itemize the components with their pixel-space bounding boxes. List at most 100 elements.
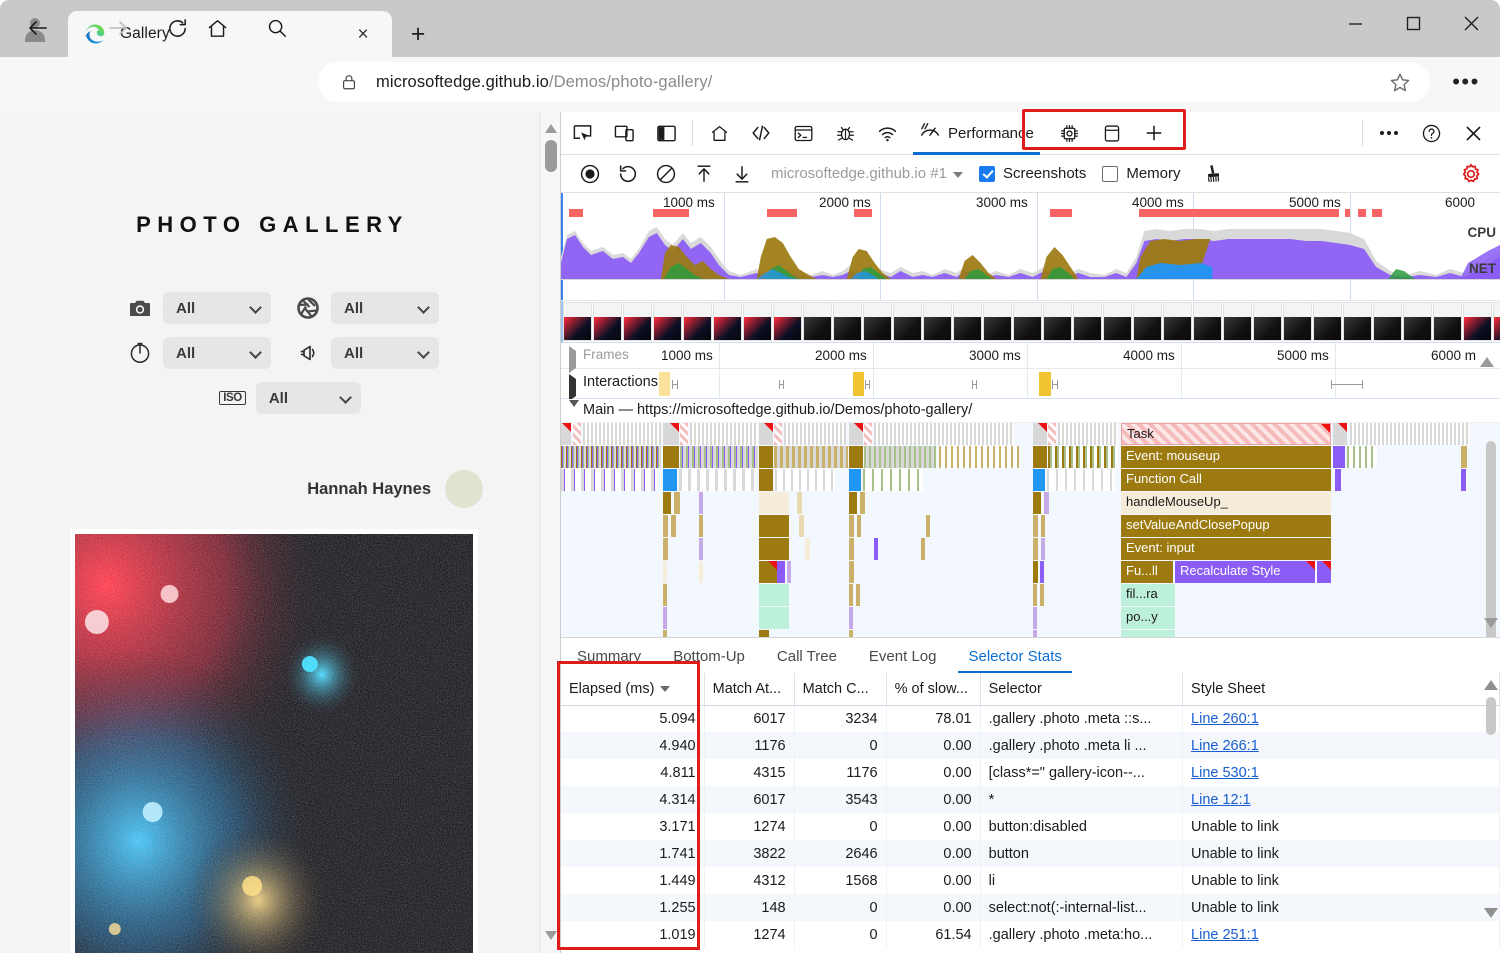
photo-card[interactable] bbox=[70, 529, 478, 953]
table-row[interactable]: 1.741 3822 2646 0.00 button Unable to li… bbox=[561, 840, 1500, 867]
interaction-bar[interactable] bbox=[659, 372, 670, 396]
home-button[interactable] bbox=[199, 10, 235, 46]
scrollbar-thumb[interactable] bbox=[1486, 697, 1496, 735]
inspect-element-icon[interactable] bbox=[561, 112, 603, 154]
timeline-overview[interactable]: 1000 ms 2000 ms 3000 ms 4000 ms 5000 ms … bbox=[561, 193, 1500, 301]
cell-stylesheet[interactable]: Line 251:1 bbox=[1183, 921, 1500, 948]
memory-checkbox-row[interactable]: Memory bbox=[1102, 165, 1180, 182]
table-row[interactable]: 4.940 1176 0 0.00 .gallery .photo .meta … bbox=[561, 732, 1500, 759]
table-row[interactable]: 1.255 148 0 0.00 select:not(:-internal-l… bbox=[561, 894, 1500, 921]
table-scrollbar[interactable] bbox=[1484, 675, 1498, 951]
filmstrip-frame[interactable] bbox=[743, 302, 772, 341]
device-emulation-icon[interactable] bbox=[603, 112, 645, 154]
filmstrip-frame[interactable] bbox=[773, 302, 802, 341]
tab-performance[interactable]: Performance bbox=[910, 112, 1043, 155]
application-icon[interactable] bbox=[1091, 112, 1133, 154]
column-header-selector[interactable]: Selector bbox=[980, 673, 1182, 705]
dock-side-icon[interactable] bbox=[645, 112, 687, 154]
filmstrip-frame[interactable] bbox=[1223, 302, 1252, 341]
filmstrip-frame[interactable] bbox=[1433, 302, 1462, 341]
tab-event-log[interactable]: Event Log bbox=[853, 639, 953, 673]
filmstrip-frame[interactable] bbox=[863, 302, 892, 341]
memory-checkbox[interactable] bbox=[1102, 166, 1118, 182]
download-profile-icon[interactable] bbox=[723, 156, 761, 192]
filmstrip-frame[interactable] bbox=[1313, 302, 1342, 341]
column-header-pct-slow[interactable]: % of slow... bbox=[886, 673, 980, 705]
column-header-elapsed[interactable]: Elapsed (ms) bbox=[561, 673, 704, 705]
table-row[interactable]: 3.171 1274 0 0.00 button:disabled Unable… bbox=[561, 813, 1500, 840]
cell-stylesheet[interactable]: Line 266:1 bbox=[1183, 732, 1500, 759]
new-tab-button[interactable]: + bbox=[402, 20, 434, 48]
filmstrip-frame[interactable] bbox=[1193, 302, 1222, 341]
filmstrip-frame[interactable] bbox=[803, 302, 832, 341]
capture-settings-icon[interactable] bbox=[1452, 156, 1490, 192]
interaction-handle[interactable] bbox=[779, 380, 784, 389]
filmstrip-frame[interactable] bbox=[833, 302, 862, 341]
tab-summary[interactable]: Summary bbox=[561, 639, 657, 673]
flash-filter-select[interactable]: All bbox=[331, 337, 439, 369]
close-window-button[interactable] bbox=[1442, 0, 1500, 46]
interaction-handle[interactable] bbox=[972, 380, 977, 389]
scroll-up-icon[interactable] bbox=[545, 120, 557, 138]
filmstrip-frame[interactable] bbox=[1133, 302, 1162, 341]
filmstrip-frame[interactable] bbox=[1253, 302, 1282, 341]
back-button[interactable] bbox=[20, 10, 56, 46]
recording-target-label[interactable]: microsoftedge.github.io #1 bbox=[771, 165, 947, 182]
main-track-header[interactable]: Main — https://microsoftedge.github.io/D… bbox=[561, 399, 1500, 423]
table-row[interactable]: 1.019 1274 0 61.54 .gallery .photo .meta… bbox=[561, 921, 1500, 948]
filmstrip-frame[interactable] bbox=[1043, 302, 1072, 341]
filmstrip-frame[interactable] bbox=[713, 302, 742, 341]
close-tab-icon[interactable]: × bbox=[352, 23, 374, 45]
filmstrip-frame[interactable] bbox=[683, 302, 712, 341]
flame-chart-canvas[interactable]: Task bbox=[561, 423, 1482, 637]
filmstrip-frame[interactable] bbox=[623, 302, 652, 341]
column-header-match-count[interactable]: Match C... bbox=[794, 673, 886, 705]
maximize-button[interactable] bbox=[1384, 0, 1442, 46]
search-button[interactable] bbox=[259, 10, 295, 46]
shutter-filter-select[interactable]: All bbox=[163, 337, 271, 369]
scroll-down-icon[interactable] bbox=[545, 927, 557, 945]
record-button[interactable] bbox=[571, 156, 609, 192]
camera-filter-select[interactable]: All bbox=[163, 292, 271, 324]
filmstrip-frame[interactable] bbox=[1373, 302, 1402, 341]
scroll-down-icon[interactable] bbox=[1484, 615, 1498, 633]
filmstrip-frame[interactable] bbox=[923, 302, 952, 341]
stylesheet-link[interactable]: Line 266:1 bbox=[1191, 738, 1259, 754]
table-row[interactable]: 4.811 4315 1176 0.00 [class*=" gallery-i… bbox=[561, 759, 1500, 786]
table-row[interactable]: 4.314 6017 3543 0.00 * Line 12:1 bbox=[561, 786, 1500, 813]
cell-stylesheet[interactable]: Line 530:1 bbox=[1183, 759, 1500, 786]
aperture-filter-select[interactable]: All bbox=[331, 292, 439, 324]
upload-profile-icon[interactable] bbox=[685, 156, 723, 192]
table-row[interactable]: 5.094 6017 3234 78.01 .gallery .photo .m… bbox=[561, 705, 1500, 732]
scroll-down-icon[interactable] bbox=[1484, 905, 1498, 923]
filmstrip-frame[interactable] bbox=[653, 302, 682, 341]
more-tabs-plus-icon[interactable] bbox=[1133, 112, 1175, 154]
welcome-home-icon[interactable] bbox=[698, 112, 740, 154]
tab-selector-stats[interactable]: Selector Stats bbox=[952, 639, 1077, 673]
interaction-handle[interactable] bbox=[865, 380, 870, 389]
stylesheet-link[interactable]: Line 12:1 bbox=[1191, 792, 1251, 808]
network-icon[interactable] bbox=[866, 112, 908, 154]
filmstrip-frame[interactable] bbox=[983, 302, 1012, 341]
address-bar[interactable]: microsoftedge.github.io/Demos/photo-gall… bbox=[318, 62, 1430, 102]
favorites-star-icon[interactable] bbox=[1388, 71, 1412, 95]
minimize-button[interactable] bbox=[1326, 0, 1384, 46]
stylesheet-link[interactable]: Line 260:1 bbox=[1191, 711, 1259, 727]
tab-bottom-up[interactable]: Bottom-Up bbox=[657, 639, 761, 673]
page-scrollbar[interactable] bbox=[540, 112, 560, 953]
interaction-handle[interactable] bbox=[672, 380, 678, 389]
flame-chart-scrollbar[interactable] bbox=[1484, 425, 1498, 635]
console-icon[interactable] bbox=[782, 112, 824, 154]
tab-call-tree[interactable]: Call Tree bbox=[761, 639, 853, 673]
cell-stylesheet[interactable]: Line 260:1 bbox=[1183, 705, 1500, 732]
filmstrip-frame[interactable] bbox=[1073, 302, 1102, 341]
reload-and-record-button[interactable] bbox=[609, 156, 647, 192]
interaction-bar[interactable] bbox=[853, 372, 864, 396]
scrollbar-thumb[interactable] bbox=[545, 140, 557, 172]
interaction-handle[interactable] bbox=[1331, 380, 1363, 389]
help-icon[interactable] bbox=[1410, 112, 1452, 154]
column-header-style-sheet[interactable]: Style Sheet bbox=[1183, 673, 1500, 705]
more-options-icon[interactable] bbox=[1368, 112, 1410, 154]
memory-chip-icon[interactable] bbox=[1049, 112, 1091, 154]
sources-debug-icon[interactable] bbox=[824, 112, 866, 154]
